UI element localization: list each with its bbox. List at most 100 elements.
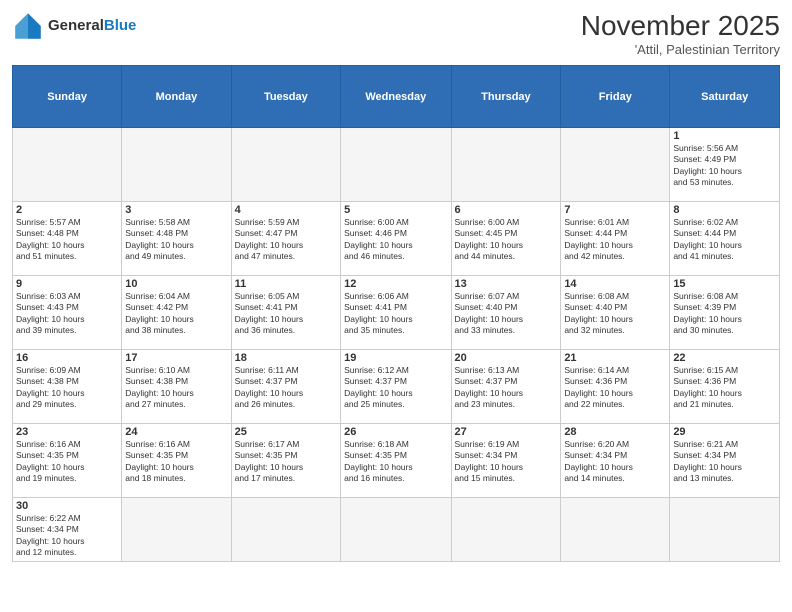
calendar-week-2: 9Sunrise: 6:03 AM Sunset: 4:43 PM Daylig… [13, 276, 780, 350]
calendar-cell: 28Sunrise: 6:20 AM Sunset: 4:34 PM Dayli… [561, 424, 670, 498]
header-tuesday: Tuesday [231, 66, 340, 128]
calendar-cell [231, 128, 340, 202]
day-info: Sunrise: 6:02 AM Sunset: 4:44 PM Dayligh… [673, 217, 776, 263]
day-info: Sunrise: 6:11 AM Sunset: 4:37 PM Dayligh… [235, 365, 337, 411]
day-number: 9 [16, 278, 118, 290]
calendar-cell: 9Sunrise: 6:03 AM Sunset: 4:43 PM Daylig… [13, 276, 122, 350]
day-info: Sunrise: 6:14 AM Sunset: 4:36 PM Dayligh… [564, 365, 666, 411]
day-number: 28 [564, 426, 666, 438]
calendar-cell [561, 498, 670, 562]
logo: GeneralBlue [12, 10, 136, 42]
day-number: 24 [125, 426, 227, 438]
day-number: 27 [455, 426, 558, 438]
day-number: 30 [16, 500, 118, 512]
day-info: Sunrise: 6:16 AM Sunset: 4:35 PM Dayligh… [16, 439, 118, 485]
day-number: 14 [564, 278, 666, 290]
calendar-cell: 26Sunrise: 6:18 AM Sunset: 4:35 PM Dayli… [341, 424, 451, 498]
day-info: Sunrise: 6:13 AM Sunset: 4:37 PM Dayligh… [455, 365, 558, 411]
calendar-cell [451, 498, 561, 562]
header-saturday: Saturday [670, 66, 780, 128]
calendar-cell: 6Sunrise: 6:00 AM Sunset: 4:45 PM Daylig… [451, 202, 561, 276]
calendar-cell: 11Sunrise: 6:05 AM Sunset: 4:41 PM Dayli… [231, 276, 340, 350]
day-info: Sunrise: 6:08 AM Sunset: 4:40 PM Dayligh… [564, 291, 666, 337]
calendar-cell [341, 498, 451, 562]
calendar-cell [231, 498, 340, 562]
day-info: Sunrise: 6:22 AM Sunset: 4:34 PM Dayligh… [16, 513, 118, 559]
header-wednesday: Wednesday [341, 66, 451, 128]
calendar-cell [122, 128, 231, 202]
day-number: 22 [673, 352, 776, 364]
calendar-week-1: 2Sunrise: 5:57 AM Sunset: 4:48 PM Daylig… [13, 202, 780, 276]
calendar-cell [451, 128, 561, 202]
day-number: 3 [125, 204, 227, 216]
calendar-cell: 30Sunrise: 6:22 AM Sunset: 4:34 PM Dayli… [13, 498, 122, 562]
day-number: 13 [455, 278, 558, 290]
day-number: 21 [564, 352, 666, 364]
title-block: November 2025 'Attil, Palestinian Territ… [581, 10, 780, 57]
calendar-cell: 20Sunrise: 6:13 AM Sunset: 4:37 PM Dayli… [451, 350, 561, 424]
day-info: Sunrise: 5:56 AM Sunset: 4:49 PM Dayligh… [673, 143, 776, 189]
day-info: Sunrise: 6:00 AM Sunset: 4:45 PM Dayligh… [455, 217, 558, 263]
day-number: 5 [344, 204, 447, 216]
calendar-cell: 8Sunrise: 6:02 AM Sunset: 4:44 PM Daylig… [670, 202, 780, 276]
day-info: Sunrise: 6:21 AM Sunset: 4:34 PM Dayligh… [673, 439, 776, 485]
day-info: Sunrise: 6:01 AM Sunset: 4:44 PM Dayligh… [564, 217, 666, 263]
day-number: 11 [235, 278, 337, 290]
calendar-cell: 19Sunrise: 6:12 AM Sunset: 4:37 PM Dayli… [341, 350, 451, 424]
month-title: November 2025 [581, 10, 780, 42]
calendar-cell: 29Sunrise: 6:21 AM Sunset: 4:34 PM Dayli… [670, 424, 780, 498]
day-info: Sunrise: 5:59 AM Sunset: 4:47 PM Dayligh… [235, 217, 337, 263]
calendar-cell: 16Sunrise: 6:09 AM Sunset: 4:38 PM Dayli… [13, 350, 122, 424]
calendar-week-3: 16Sunrise: 6:09 AM Sunset: 4:38 PM Dayli… [13, 350, 780, 424]
calendar-week-5: 30Sunrise: 6:22 AM Sunset: 4:34 PM Dayli… [13, 498, 780, 562]
calendar-cell: 17Sunrise: 6:10 AM Sunset: 4:38 PM Dayli… [122, 350, 231, 424]
calendar-cell: 14Sunrise: 6:08 AM Sunset: 4:40 PM Dayli… [561, 276, 670, 350]
day-info: Sunrise: 5:57 AM Sunset: 4:48 PM Dayligh… [16, 217, 118, 263]
calendar-cell [561, 128, 670, 202]
calendar-cell: 18Sunrise: 6:11 AM Sunset: 4:37 PM Dayli… [231, 350, 340, 424]
calendar-cell: 13Sunrise: 6:07 AM Sunset: 4:40 PM Dayli… [451, 276, 561, 350]
logo-blue: Blue [104, 17, 137, 34]
day-info: Sunrise: 6:06 AM Sunset: 4:41 PM Dayligh… [344, 291, 447, 337]
day-info: Sunrise: 6:15 AM Sunset: 4:36 PM Dayligh… [673, 365, 776, 411]
day-number: 8 [673, 204, 776, 216]
logo-text: GeneralBlue [48, 18, 136, 35]
day-info: Sunrise: 6:00 AM Sunset: 4:46 PM Dayligh… [344, 217, 447, 263]
day-number: 23 [16, 426, 118, 438]
day-info: Sunrise: 6:03 AM Sunset: 4:43 PM Dayligh… [16, 291, 118, 337]
day-number: 12 [344, 278, 447, 290]
day-number: 26 [344, 426, 447, 438]
day-info: Sunrise: 6:19 AM Sunset: 4:34 PM Dayligh… [455, 439, 558, 485]
day-number: 18 [235, 352, 337, 364]
day-info: Sunrise: 6:07 AM Sunset: 4:40 PM Dayligh… [455, 291, 558, 337]
day-info: Sunrise: 6:04 AM Sunset: 4:42 PM Dayligh… [125, 291, 227, 337]
calendar-cell [341, 128, 451, 202]
calendar-cell: 2Sunrise: 5:57 AM Sunset: 4:48 PM Daylig… [13, 202, 122, 276]
calendar-cell: 7Sunrise: 6:01 AM Sunset: 4:44 PM Daylig… [561, 202, 670, 276]
calendar-cell: 23Sunrise: 6:16 AM Sunset: 4:35 PM Dayli… [13, 424, 122, 498]
day-number: 7 [564, 204, 666, 216]
day-number: 10 [125, 278, 227, 290]
day-number: 15 [673, 278, 776, 290]
day-number: 16 [16, 352, 118, 364]
calendar-week-0: 1Sunrise: 5:56 AM Sunset: 4:49 PM Daylig… [13, 128, 780, 202]
logo-icon [12, 10, 44, 42]
day-info: Sunrise: 6:12 AM Sunset: 4:37 PM Dayligh… [344, 365, 447, 411]
header-thursday: Thursday [451, 66, 561, 128]
day-info: Sunrise: 6:05 AM Sunset: 4:41 PM Dayligh… [235, 291, 337, 337]
day-info: Sunrise: 6:09 AM Sunset: 4:38 PM Dayligh… [16, 365, 118, 411]
day-number: 1 [673, 130, 776, 142]
calendar-cell: 22Sunrise: 6:15 AM Sunset: 4:36 PM Dayli… [670, 350, 780, 424]
header: GeneralBlue November 2025 'Attil, Palest… [12, 10, 780, 57]
day-number: 17 [125, 352, 227, 364]
header-friday: Friday [561, 66, 670, 128]
calendar-cell: 4Sunrise: 5:59 AM Sunset: 4:47 PM Daylig… [231, 202, 340, 276]
calendar-cell: 15Sunrise: 6:08 AM Sunset: 4:39 PM Dayli… [670, 276, 780, 350]
day-info: Sunrise: 6:17 AM Sunset: 4:35 PM Dayligh… [235, 439, 337, 485]
calendar-cell [13, 128, 122, 202]
calendar-cell: 21Sunrise: 6:14 AM Sunset: 4:36 PM Dayli… [561, 350, 670, 424]
calendar-cell: 24Sunrise: 6:16 AM Sunset: 4:35 PM Dayli… [122, 424, 231, 498]
day-info: Sunrise: 5:58 AM Sunset: 4:48 PM Dayligh… [125, 217, 227, 263]
day-info: Sunrise: 6:16 AM Sunset: 4:35 PM Dayligh… [125, 439, 227, 485]
day-number: 2 [16, 204, 118, 216]
